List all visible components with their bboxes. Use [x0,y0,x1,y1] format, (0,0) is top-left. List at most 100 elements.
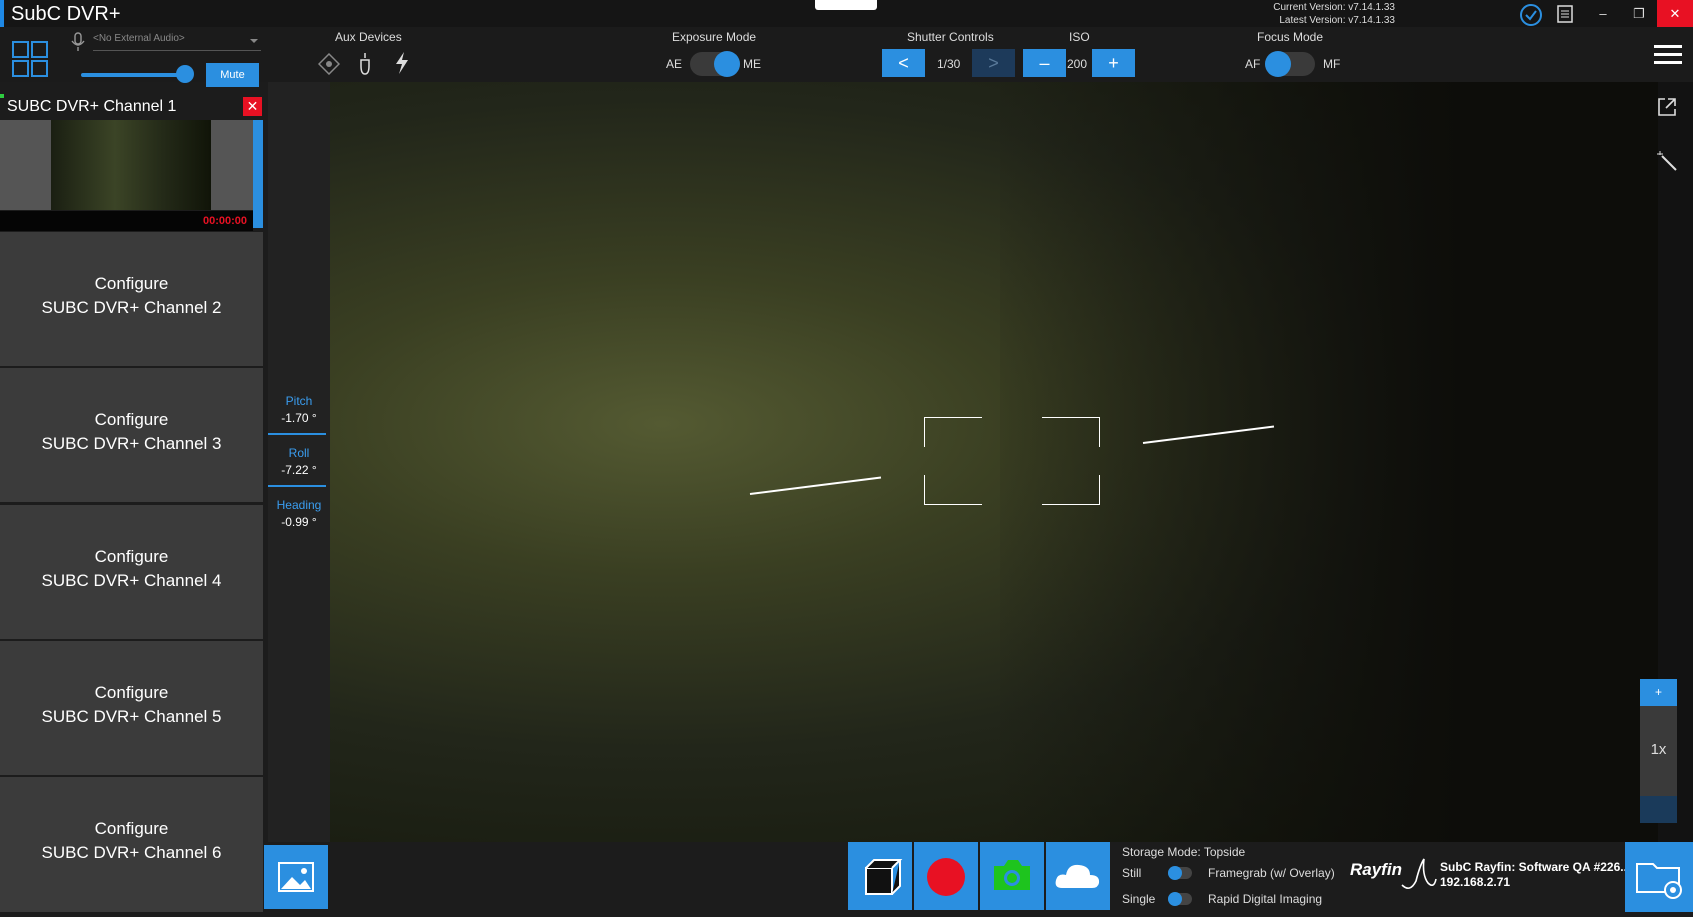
zoom-level: 1x [1650,741,1667,758]
storage-mode-label: Storage Mode: Topside [1122,845,1246,859]
zoom-slider-fill [1640,796,1677,823]
single-rapid-toggle[interactable] [1168,892,1192,906]
cloud-icon [1055,864,1100,888]
still-framegrab-toggle[interactable] [1168,866,1192,880]
volume-slider[interactable] [81,73,186,77]
configure-label: Configure [94,819,169,838]
cloud-upload-button[interactable] [1046,842,1110,910]
exposure-ae-label: AE [666,57,683,71]
focus-mf-label: MF [1323,57,1341,71]
current-version: Current Version: v7.14.1.33 [1273,2,1395,13]
exposure-mode-label: Exposure Mode [672,30,757,44]
still-label: Still [1122,866,1142,880]
hamburger-icon[interactable] [1654,44,1682,66]
title-accent [0,0,4,27]
device-ip: 192.168.2.71 [1440,875,1511,889]
shutter-decrease-button[interactable]: < [882,49,925,77]
focus-toggle-knob [1265,51,1291,77]
configure-channel-3-button[interactable]: Configure SUBC DVR+ Channel 3 [0,368,263,502]
latest-version: Latest Version: v7.14.1.33 [1279,15,1395,26]
iso-decrease-button[interactable]: – [1023,49,1066,77]
zoom-in-button[interactable]: + [1640,679,1677,706]
mute-button[interactable]: Mute [206,63,259,87]
version-info: Current Version: v7.14.1.33 Latest Versi… [1273,1,1395,27]
volume-slider-thumb[interactable] [176,65,194,83]
iso-increase-button[interactable]: + [1092,49,1135,77]
channel-name: SUBC DVR+ Channel 6 [41,843,222,862]
toggle-knob [1168,866,1182,880]
gallery-button[interactable] [264,845,328,909]
channel-name: SUBC DVR+ Channel 4 [41,571,222,590]
shutter-value: 1/30 [937,57,961,71]
attitude-divider [268,485,326,487]
exposure-me-label: ME [743,57,761,71]
configure-channel-2-button[interactable]: Configure SUBC DVR+ Channel 2 [0,232,263,366]
channel-1-preview[interactable] [51,120,211,210]
configure-channel-4-button[interactable]: Configure SUBC DVR+ Channel 4 [0,505,263,639]
lamp-icon[interactable] [357,52,373,76]
video-feed-shadow [1000,82,1658,842]
channel-1-close-button[interactable]: ✕ [243,97,262,116]
grid-icon[interactable] [12,41,48,77]
sidebar-scrollbar[interactable] [253,120,263,228]
focus-af-label: AF [1245,57,1261,71]
channel-status-dot [0,94,4,98]
storage-settings-button[interactable] [1625,842,1693,912]
configure-channel-6-button[interactable]: Configure SUBC DVR+ Channel 6 [0,777,263,912]
sync-icon[interactable] [1519,3,1543,27]
rayfin-logo-mark [1401,858,1437,889]
magic-wand-icon[interactable] [1656,150,1678,172]
rayfin-logo: Rayfin [1350,860,1402,879]
configure-label: Configure [94,410,169,429]
crosshair-bracket-tr [1042,417,1100,447]
close-button[interactable]: ✕ [1657,0,1693,27]
folder-settings-icon [1636,863,1682,899]
device-name: SubC Rayfin: Software QA #226... [1440,860,1631,874]
exposure-mode-toggle[interactable] [690,51,740,77]
channel-name: SUBC DVR+ Channel 2 [41,298,222,317]
notes-icon[interactable] [1557,5,1573,23]
attitude-panel [268,82,330,842]
channel-name: SUBC DVR+ Channel 5 [41,707,222,726]
iso-value: 200 [1067,57,1088,71]
crosshair-bracket-bl [924,475,982,505]
channel-name: SUBC DVR+ Channel 3 [41,434,222,453]
record-icon [927,858,965,896]
configure-label: Configure [94,547,169,566]
focus-mode-toggle[interactable] [1265,51,1315,77]
configure-channel-5-button[interactable]: Configure SUBC DVR+ Channel 5 [0,641,263,775]
heading-value: -0.99 ° [281,515,317,529]
pitch-label: Pitch [285,394,313,408]
aux-device-icon[interactable] [318,53,340,75]
pitch-value: -1.70 ° [281,411,317,425]
cube-icon [865,859,903,895]
toggle-knob [1168,892,1182,906]
attitude-divider [268,433,326,435]
iso-label: ISO [1069,30,1090,44]
window-snap-widget[interactable] [815,0,877,10]
aux-devices-label: Aux Devices [335,30,402,44]
audio-source-select[interactable]: <No External Audio> [93,33,261,51]
app-title: SubC DVR+ [11,3,121,25]
gallery-icon [278,862,314,892]
roll-label: Roll [288,446,310,460]
shutter-increase-button[interactable]: > [972,49,1015,77]
capture-still-button[interactable] [980,842,1044,910]
rapid-imaging-label: Rapid Digital Imaging [1208,892,1323,906]
crosshair-bracket-tl [924,417,982,447]
model-button[interactable] [848,842,912,910]
flash-icon[interactable] [394,51,410,75]
device-info: SubC Rayfin: Software QA #226... 192.168… [1440,860,1630,890]
configure-label: Configure [94,274,169,293]
record-button[interactable] [914,842,978,910]
configure-label: Configure [94,683,169,702]
channel-1-timecode: 00:00:00 [0,211,253,231]
minimize-button[interactable]: – [1585,0,1621,27]
exposure-toggle-knob [714,51,740,77]
popout-icon[interactable] [1656,96,1678,118]
framegrab-label: Framegrab (w/ Overlay) [1208,866,1335,880]
restore-button[interactable]: ❐ [1621,0,1657,27]
crosshair-bracket-br [1042,475,1100,505]
single-label: Single [1122,892,1156,906]
camera-icon [994,860,1030,890]
